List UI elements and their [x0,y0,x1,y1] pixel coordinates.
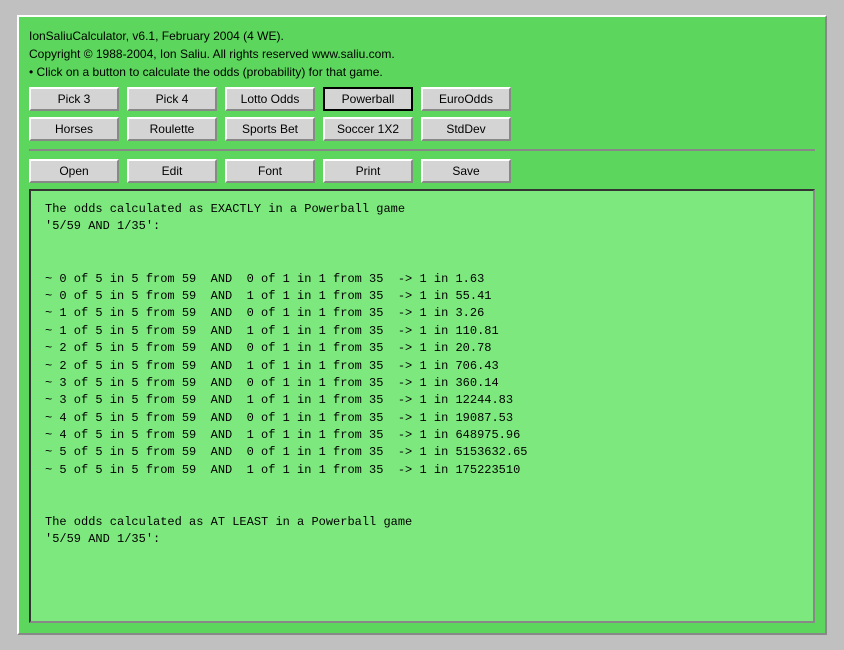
title-line1: IonSaliuCalculator, v6.1, February 2004 … [29,27,815,45]
print-button[interactable]: Print [323,159,413,183]
soccer-button[interactable]: Soccer 1X2 [323,117,413,141]
divider-1 [29,149,815,151]
main-window: IonSaliuCalculator, v6.1, February 2004 … [17,15,827,635]
sports-bet-button[interactable]: Sports Bet [225,117,315,141]
output-container[interactable]: The odds calculated as EXACTLY in a Powe… [29,189,815,623]
pick4-button[interactable]: Pick 4 [127,87,217,111]
output-text: The odds calculated as EXACTLY in a Powe… [45,201,799,549]
pick3-button[interactable]: Pick 3 [29,87,119,111]
title-line3: • Click on a button to calculate the odd… [29,63,815,81]
euro-odds-button[interactable]: EuroOdds [421,87,511,111]
title-line2: Copyright © 1988-2004, Ion Saliu. All ri… [29,45,815,63]
powerball-button[interactable]: Powerball [323,87,413,111]
roulette-button[interactable]: Roulette [127,117,217,141]
open-button[interactable]: Open [29,159,119,183]
horses-button[interactable]: Horses [29,117,119,141]
button-row-1: Pick 3 Pick 4 Lotto Odds Powerball EuroOdds [29,87,815,111]
font-button[interactable]: Font [225,159,315,183]
edit-button[interactable]: Edit [127,159,217,183]
save-button[interactable]: Save [421,159,511,183]
lotto-odds-button[interactable]: Lotto Odds [225,87,315,111]
button-row-2: Horses Roulette Sports Bet Soccer 1X2 StdDev [29,117,815,141]
stddev-button[interactable]: StdDev [421,117,511,141]
button-row-3: Open Edit Font Print Save [29,159,815,183]
output-scroll-area[interactable]: The odds calculated as EXACTLY in a Powe… [31,191,813,621]
app-header: IonSaliuCalculator, v6.1, February 2004 … [29,27,815,81]
